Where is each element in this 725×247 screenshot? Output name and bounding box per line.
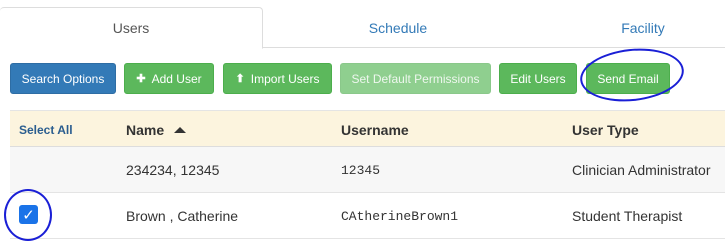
send-email-button[interactable]: Send Email: [586, 63, 670, 94]
select-all-link[interactable]: Select All: [19, 111, 73, 148]
row-username: 12345: [341, 162, 381, 178]
tab-facility[interactable]: Facility: [533, 7, 725, 48]
tab-bar: Users Schedule Facility: [0, 0, 725, 49]
plus-icon: ✚: [136, 73, 146, 85]
tab-users[interactable]: Users: [0, 7, 263, 49]
name-header-label: Name: [126, 121, 165, 138]
row-username: CAtherineBrown1: [341, 208, 459, 224]
search-options-button[interactable]: Search Options: [10, 63, 116, 94]
tab-schedule[interactable]: Schedule: [263, 7, 533, 48]
import-users-label: Import Users: [250, 71, 320, 86]
sort-ascending-icon: [174, 126, 187, 133]
row-name: 234234, 12345: [126, 162, 220, 178]
add-user-button[interactable]: ✚ Add User: [124, 63, 214, 94]
checkmark-icon: ✓: [22, 206, 35, 224]
edit-users-label: Edit Users: [510, 71, 566, 86]
row-user-type: Clinician Administrator: [572, 162, 711, 178]
search-options-label: Search Options: [21, 71, 105, 86]
set-default-permissions-button[interactable]: Set Default Permissions: [340, 63, 491, 94]
set-default-permissions-label: Set Default Permissions: [351, 71, 480, 86]
row-name: Brown , Catherine: [126, 208, 239, 224]
upload-icon: ⬆: [235, 73, 245, 85]
import-users-button[interactable]: ⬆ Import Users: [223, 63, 332, 94]
username-column-header[interactable]: Username: [341, 111, 409, 148]
add-user-label: Add User: [151, 71, 202, 86]
user-type-column-header[interactable]: User Type: [572, 111, 639, 148]
table-row[interactable]: 234234, 12345 12345 Clinician Administra…: [10, 147, 725, 193]
row-user-type: Student Therapist: [572, 208, 683, 224]
table-row[interactable]: ✓ Brown , Catherine CAtherineBrown1 Stud…: [10, 193, 725, 239]
row-select-checkbox[interactable]: ✓: [19, 205, 38, 224]
table-header: Select All Name Username User Type: [10, 110, 725, 147]
send-email-label: Send Email: [597, 71, 659, 86]
edit-users-button[interactable]: Edit Users: [499, 63, 577, 94]
name-column-header[interactable]: Name: [126, 111, 187, 148]
